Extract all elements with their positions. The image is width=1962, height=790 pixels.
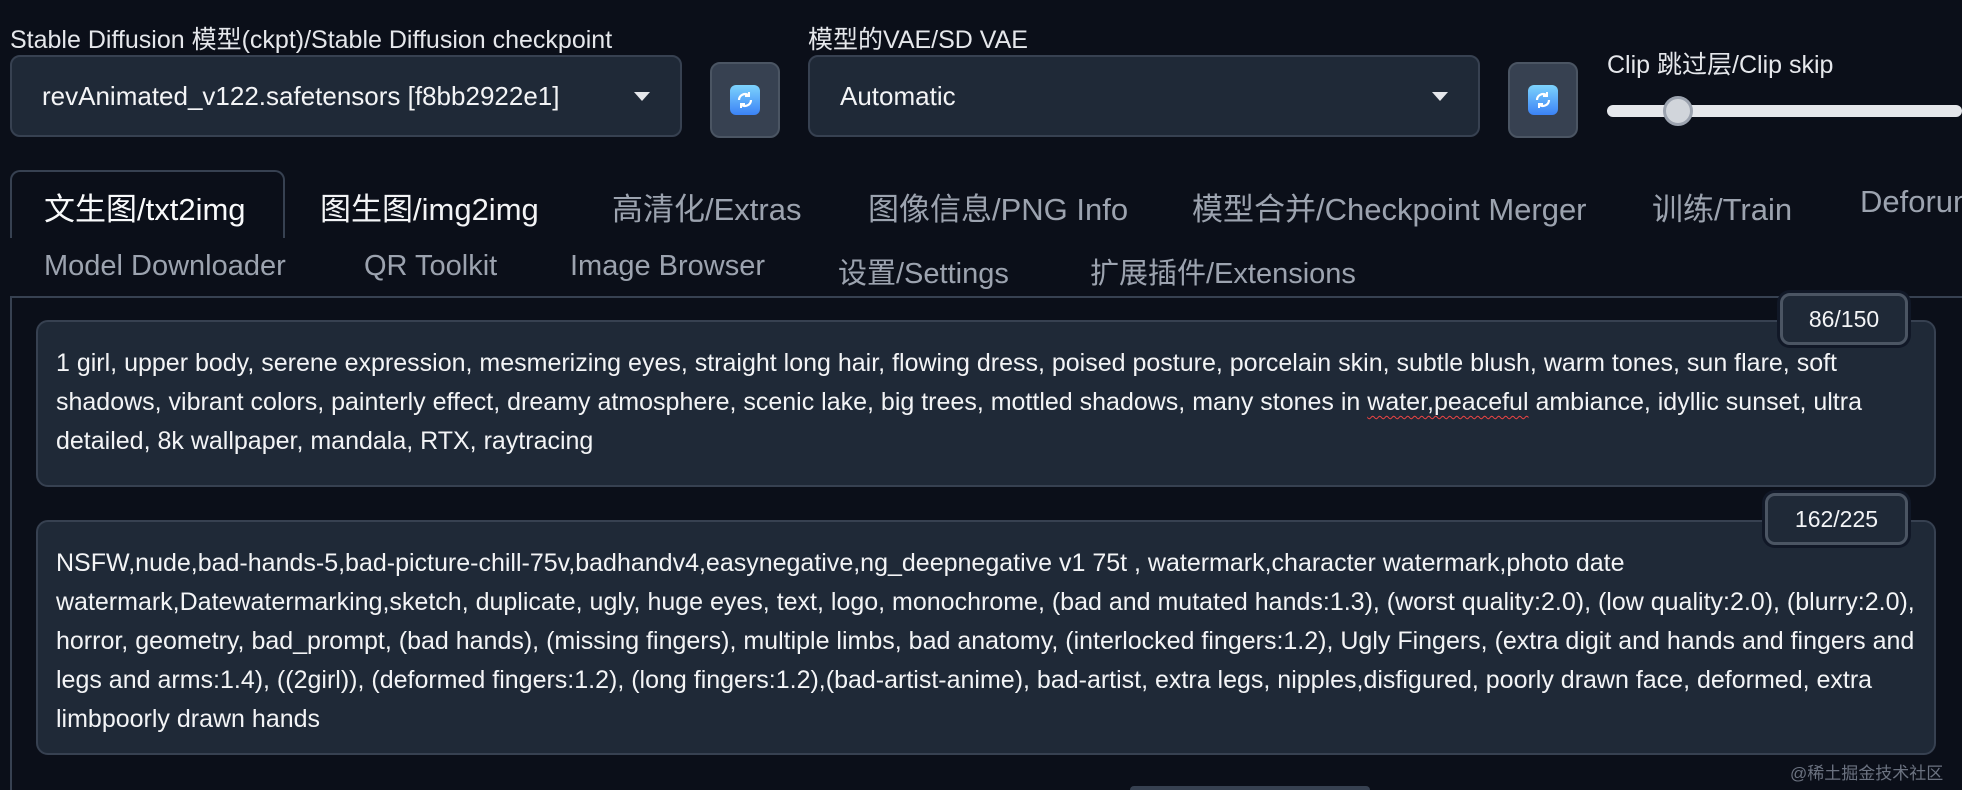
clip-skip-slider-thumb[interactable] [1663, 96, 1693, 126]
tab-qr-toolkit[interactable]: QR Toolkit [364, 250, 497, 283]
tab-checkpoint-merger[interactable]: 模型合并/Checkpoint Merger [1192, 184, 1587, 229]
tab-model-downloader[interactable]: Model Downloader [44, 250, 286, 283]
tab-extras[interactable]: 高清化/Extras [612, 184, 801, 229]
checkpoint-dropdown[interactable]: revAnimated_v122.safetensors [f8bb2922e1… [10, 55, 682, 137]
negative-prompt-token-counter: 162/225 [1765, 493, 1908, 545]
tab-settings[interactable]: 设置/Settings [838, 250, 1009, 292]
clip-skip-label: Clip 跳过层/Clip skip [1607, 51, 1834, 79]
next-row-edge [1130, 786, 1370, 790]
tab-txt2img[interactable]: 文生图/txt2img [44, 184, 246, 229]
tab-deforum-clip: Deforum [1860, 170, 1962, 230]
vae-label: 模型的VAE/SD VAE [808, 26, 1028, 54]
checkpoint-value: revAnimated_v122.safetensors [f8bb2922e1… [42, 80, 560, 111]
chevron-down-icon [634, 91, 650, 101]
chevron-down-icon [1432, 91, 1448, 101]
clip-skip-slider[interactable] [1607, 105, 1962, 117]
checkpoint-label: Stable Diffusion 模型(ckpt)/Stable Diffusi… [10, 26, 613, 54]
refresh-vae-button[interactable] [1508, 62, 1578, 138]
tab-train[interactable]: 训练/Train [1652, 184, 1792, 229]
refresh-checkpoint-button[interactable] [710, 62, 780, 138]
tab-image-browser[interactable]: Image Browser [570, 250, 765, 283]
vae-dropdown[interactable]: Automatic [808, 55, 1480, 137]
tab-img2img[interactable]: 图生图/img2img [320, 184, 539, 229]
prompt-token-counter: 86/150 [1780, 293, 1908, 345]
prompt-text-flagged: water,peaceful [1367, 388, 1529, 416]
watermark-text: @稀土掘金技术社区 [1790, 764, 1944, 783]
negative-prompt-text: NSFW,nude,bad-hands-5,bad-picture-chill-… [56, 549, 1915, 733]
negative-prompt-textarea[interactable]: NSFW,nude,bad-hands-5,bad-picture-chill-… [36, 520, 1936, 755]
tab-extensions[interactable]: 扩展插件/Extensions [1090, 250, 1356, 292]
refresh-icon [730, 85, 760, 115]
tab-deforum[interactable]: Deforum [1860, 184, 1962, 220]
refresh-icon [1528, 85, 1558, 115]
prompt-textarea[interactable]: 1 girl, upper body, serene expression, m… [36, 320, 1936, 487]
tab-png-info[interactable]: 图像信息/PNG Info [868, 184, 1128, 229]
vae-value: Automatic [840, 80, 956, 111]
